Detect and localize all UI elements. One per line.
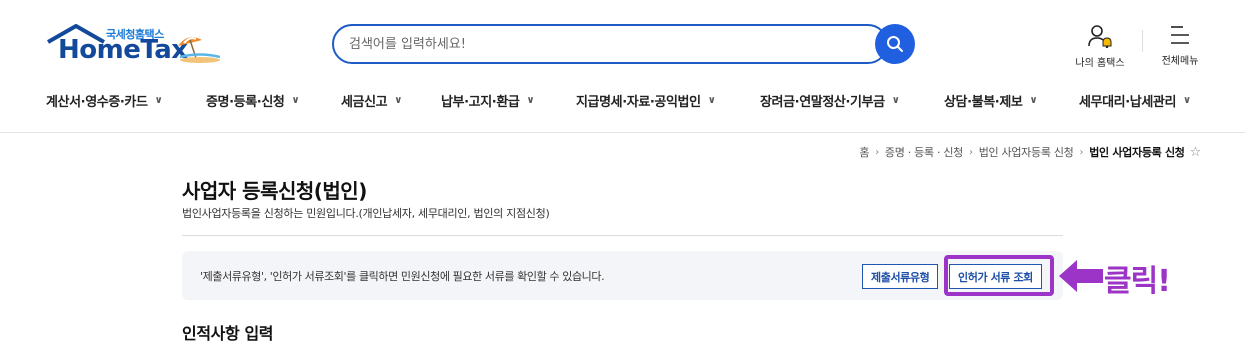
gnb-item-consult[interactable]: 상담·불복·제보 ∨ [944, 88, 1079, 112]
gnb-item-payment[interactable]: 납부·고지·환급 ∨ [441, 88, 576, 112]
chevron-down-icon: ∨ [394, 94, 402, 106]
info-box: '제출서류유형', '인허가 서류조회'를 클릭하면 민원신청에 필요한 서류를… [182, 251, 1063, 300]
breadcrumb-corp-registration[interactable]: 법인 사업자등록 신청 [979, 144, 1074, 160]
util-divider [1142, 30, 1143, 52]
breadcrumb-home[interactable]: 홈 [859, 144, 869, 160]
section-title: 인적사항 입력 [182, 324, 274, 343]
highlight-box [944, 255, 1054, 296]
gnb-label: 납부·고지·환급 [441, 94, 520, 110]
hamburger-menu-icon [1171, 26, 1189, 44]
star-icon[interactable]: ☆ [1190, 145, 1202, 160]
gnb-label: 세금신고 [341, 94, 388, 110]
doc-type-button[interactable]: 제출서류유형 [862, 264, 939, 289]
all-menu-button[interactable]: 전체메뉴 [1155, 24, 1205, 67]
page-title: 사업자 등록신청(법인) [182, 179, 367, 203]
global-nav: 계산서·영수증·카드 ∨ 증명·등록·신청 ∨ 세금신고 ∨ 납부·고지·환급 ∨ 지급… [46, 88, 1204, 112]
gnb-label: 지급명세·자료·공익법인 [576, 94, 701, 110]
chevron-down-icon: ∨ [891, 94, 900, 106]
breadcrumb-certificate[interactable]: 증명 · 등록 · 신청 [885, 144, 963, 160]
site-header: 국세청홈택스 HomeTax 나의 홈택스 [0, 0, 1245, 133]
gnb-label: 장려금·연말정산·기부금 [760, 94, 885, 110]
search-icon [887, 36, 903, 52]
page-description: 법인사업자등록을 신청하는 민원입니다.(개인납세자, 세무대리인, 법인의 지… [182, 207, 550, 220]
my-hometax-label: 나의 홈택스 [1075, 58, 1125, 69]
search-button[interactable] [875, 24, 915, 64]
chevron-right-icon: › [1079, 146, 1084, 158]
all-menu-label: 전체메뉴 [1161, 56, 1199, 67]
chevron-down-icon: ∨ [1029, 94, 1038, 106]
beach-umbrella-icon [178, 37, 220, 63]
chevron-right-icon: › [875, 146, 879, 158]
breadcrumb: 홈 › 증명 · 등록 · 신청 › 법인 사업자등록 신청 › 법인 사업자등… [859, 144, 1201, 160]
hometax-logo[interactable]: 국세청홈택스 HomeTax [46, 22, 221, 66]
gnb-item-statement[interactable]: 지급명세·자료·공익법인 ∨ [576, 88, 760, 112]
gnb-label: 증명·등록·신청 [206, 94, 285, 110]
breadcrumb-current: 법인 사업자등록 신청 [1089, 146, 1185, 159]
chevron-down-icon: ∨ [526, 94, 535, 106]
gnb-label: 상담·불복·제보 [944, 94, 1023, 110]
chevron-down-icon: ∨ [1183, 94, 1191, 106]
click-annotation: 클릭! [1104, 264, 1171, 299]
gnb-item-agent[interactable]: 세무대리·납세관리 ∨ [1079, 88, 1204, 112]
gnb-item-certificate[interactable]: 증명·등록·신청 ∨ [206, 88, 341, 112]
chevron-down-icon: ∨ [291, 94, 300, 106]
info-text: '제출서류유형', '인허가 서류조회'를 클릭하면 민원신청에 필요한 서류를… [200, 270, 605, 283]
logo-wordmark: HomeTax [58, 35, 188, 65]
divider [182, 235, 1063, 236]
arrow-left-icon [1059, 260, 1103, 292]
gnb-label: 계산서·영수증·카드 [46, 94, 148, 110]
search-input[interactable] [332, 24, 888, 64]
gnb-item-tax-return[interactable]: 세금신고 ∨ [341, 88, 441, 112]
gnb-item-incentive[interactable]: 장려금·연말정산·기부금 ∨ [760, 88, 944, 112]
my-hometax-link[interactable]: 나의 홈택스 [1070, 24, 1130, 69]
chevron-right-icon: › [969, 146, 973, 158]
search-bar [332, 24, 915, 64]
user-bell-icon [1088, 25, 1112, 49]
chevron-down-icon: ∨ [707, 94, 716, 106]
chevron-down-icon: ∨ [154, 94, 163, 106]
gnb-label: 세무대리·납세관리 [1079, 94, 1177, 110]
gnb-item-invoice[interactable]: 계산서·영수증·카드 ∨ [46, 88, 206, 112]
